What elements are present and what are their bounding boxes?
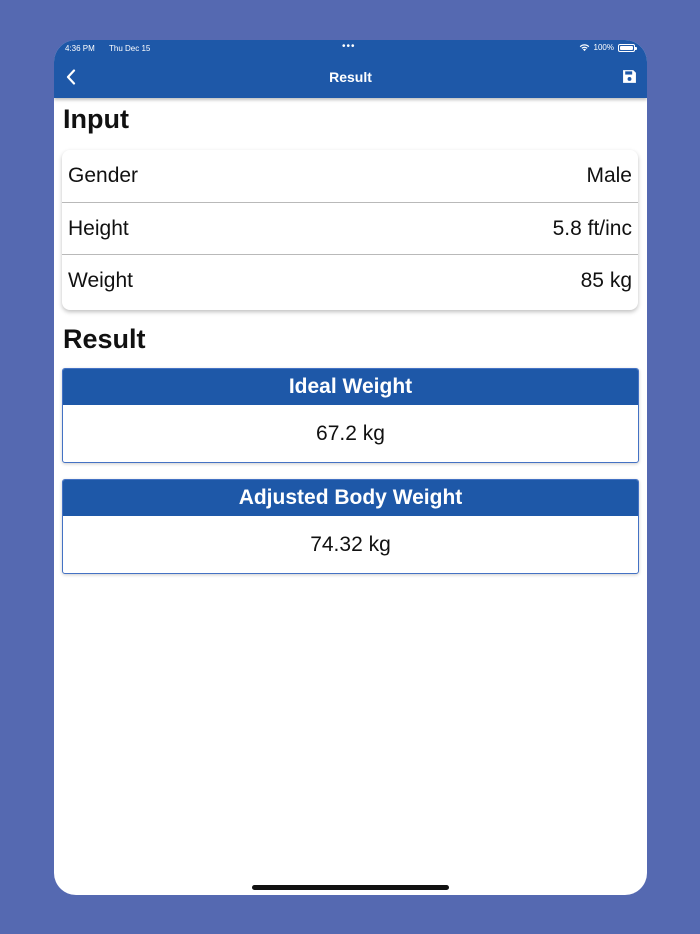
gender-label: Gender [68, 164, 139, 187]
adjusted-body-weight-value: 74.32 kg [310, 532, 391, 556]
battery-icon [618, 43, 637, 52]
app-screen: 4:36 PM Thu Dec 15 ••• 100% Result Input… [54, 40, 647, 895]
weight-label: Weight [68, 268, 133, 292]
status-right: 100% [579, 43, 637, 52]
floppy-disk-icon [623, 70, 636, 83]
battery-percent: 100% [593, 43, 614, 52]
height-label: Height [68, 216, 129, 240]
status-time: 4:36 PM [65, 44, 95, 53]
status-date: Thu Dec 15 [109, 44, 151, 53]
multitasking-dots[interactable]: ••• [342, 41, 356, 52]
adjusted-body-weight-title: Adjusted Body Weight [63, 480, 638, 516]
input-card: Gender Male Height 5.8 ft/inc Weight 85 … [62, 150, 638, 310]
nav-header: 4:36 PM Thu Dec 15 ••• 100% Result [54, 40, 647, 98]
page-title: Result [329, 69, 372, 85]
input-row-weight: Weight 85 kg [62, 254, 638, 306]
adjusted-body-weight-card: Adjusted Body Weight 74.32 kg [62, 479, 639, 574]
status-bar: 4:36 PM Thu Dec 15 ••• 100% [54, 40, 647, 58]
ideal-weight-card: Ideal Weight 67.2 kg [62, 368, 639, 463]
input-section-title: Input [63, 104, 129, 134]
save-button[interactable] [622, 69, 637, 84]
gender-value: Male [586, 164, 632, 187]
ideal-weight-value: 67.2 kg [316, 421, 385, 445]
input-row-gender: Gender Male [62, 150, 638, 202]
home-indicator[interactable] [252, 885, 449, 890]
result-section-title: Result [63, 324, 146, 354]
wifi-icon [579, 44, 589, 52]
weight-value: 85 kg [580, 268, 632, 292]
input-row-height: Height 5.8 ft/inc [62, 202, 638, 254]
height-value: 5.8 ft/inc [552, 216, 632, 240]
ideal-weight-title: Ideal Weight [63, 369, 638, 405]
